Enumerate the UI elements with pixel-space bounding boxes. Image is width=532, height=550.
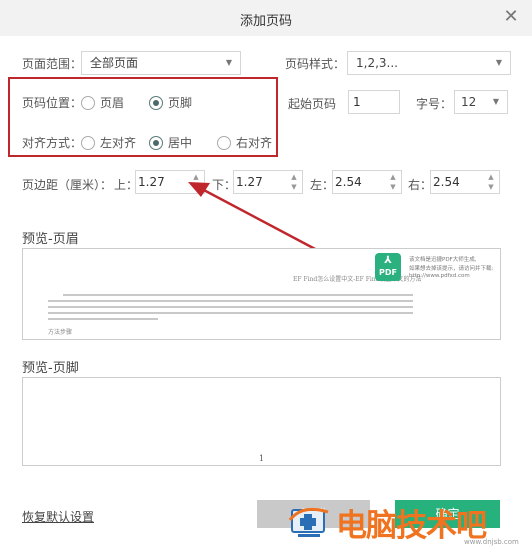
doc-text-line bbox=[48, 300, 413, 302]
reset-defaults-link[interactable]: 恢复默认设置 bbox=[22, 508, 94, 525]
ok-button[interactable]: 确定 bbox=[395, 500, 500, 528]
pdf-badge-label: PDF bbox=[379, 268, 397, 277]
doc-text-line bbox=[48, 312, 413, 314]
doc-subheading: 方法步骤 bbox=[48, 329, 73, 336]
doc-text-line bbox=[48, 318, 158, 320]
page-number: 1 bbox=[258, 454, 265, 463]
preview-footer-title: 预览-页脚 bbox=[22, 361, 79, 376]
doc-text-line bbox=[63, 294, 413, 296]
preview-header-panel: EF Find怎么设置中文-EF Find设置中文的方法 方法步骤 ⅄ PDF … bbox=[22, 248, 501, 340]
pdf-acrobat-icon: ⅄ bbox=[384, 255, 392, 266]
pdf-note-line: 如果想去掉该提示，请访问并下载: bbox=[409, 266, 494, 272]
pdf-badge: ⅄ PDF bbox=[375, 253, 401, 281]
preview-header-title: 预览-页眉 bbox=[22, 232, 79, 247]
pdf-note-line: http://www.pdfxd.com bbox=[409, 273, 470, 279]
doc-title: EF Find怎么设置中文-EF Find设置中文的方法 bbox=[293, 276, 422, 283]
doc-text-line bbox=[48, 306, 413, 308]
cancel-button[interactable]: 取消 bbox=[257, 500, 370, 528]
preview-footer-panel: 1 bbox=[22, 377, 501, 466]
pdf-note-line: 该文档是迅捷PDF大师生成, bbox=[409, 257, 477, 263]
